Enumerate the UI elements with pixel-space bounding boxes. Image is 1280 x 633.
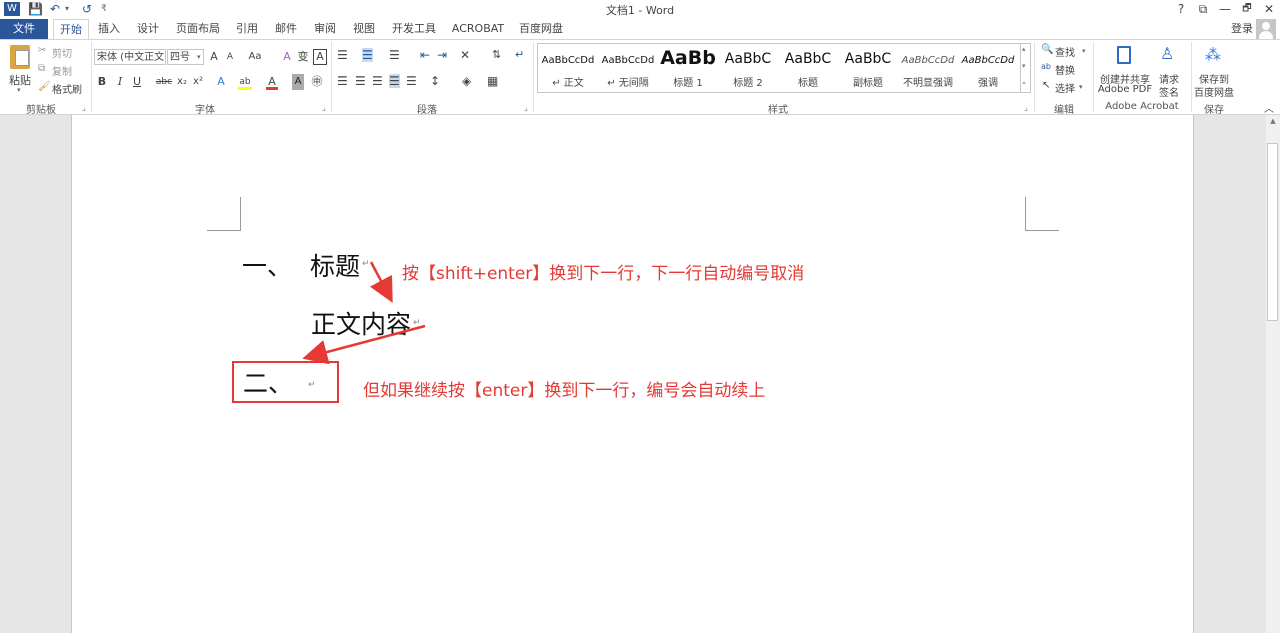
annotation-note-1: 按【shift+enter】换到下一行，下一行自动编号取消 [402,264,805,284]
arrow-to-body-text [369,261,393,303]
annotation-note-2: 但如果继续按【enter】换到下一行，编号会自动续上 [363,381,766,401]
annotation-arrows [302,261,426,365]
arrow-to-list-number-2 [302,324,426,365]
